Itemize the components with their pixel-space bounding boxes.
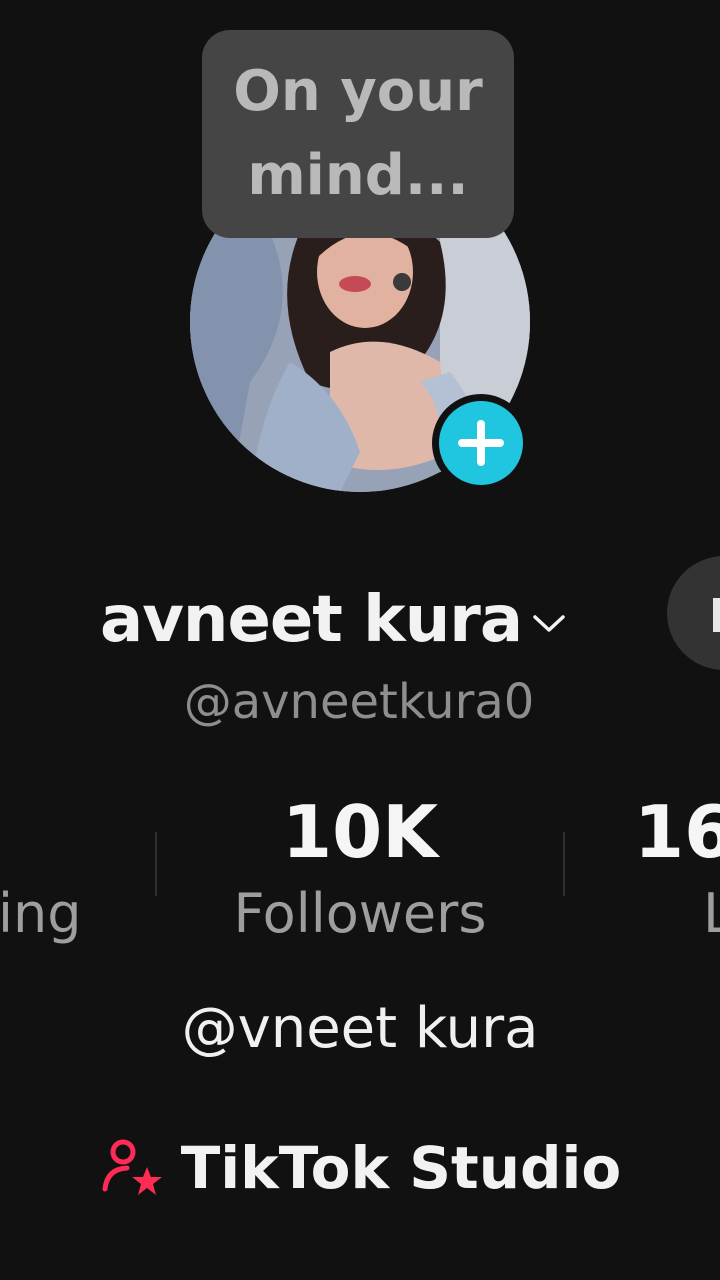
- side-pill-glyph: [713, 598, 720, 632]
- plus-icon: [458, 420, 504, 466]
- followers-label[interactable]: Followers: [0, 882, 720, 945]
- likes-count[interactable]: 16: [634, 790, 720, 874]
- likes-label[interactable]: L: [703, 882, 720, 945]
- bubble-text: On your mind...: [233, 59, 483, 208]
- add-story-button[interactable]: [432, 394, 530, 492]
- bio-text: @vneet kura: [181, 996, 539, 1061]
- chevron-down-icon[interactable]: [532, 613, 566, 635]
- tiktok-studio-button[interactable]: TikTok Studio: [0, 1128, 720, 1208]
- username: @avneetkura0: [183, 674, 535, 730]
- stats-divider: [563, 832, 565, 896]
- person-star-icon: [99, 1137, 165, 1199]
- display-name-row[interactable]: avneet kura: [100, 574, 566, 666]
- profile-screen: On your mind... avneet kura @avneetkura0…: [0, 0, 720, 1280]
- tiktok-studio-label: TikTok Studio: [180, 1134, 622, 1202]
- followers-count[interactable]: 10K: [0, 790, 720, 874]
- display-name: avneet kura: [100, 583, 523, 657]
- on-your-mind-bubble[interactable]: On your mind...: [202, 30, 514, 238]
